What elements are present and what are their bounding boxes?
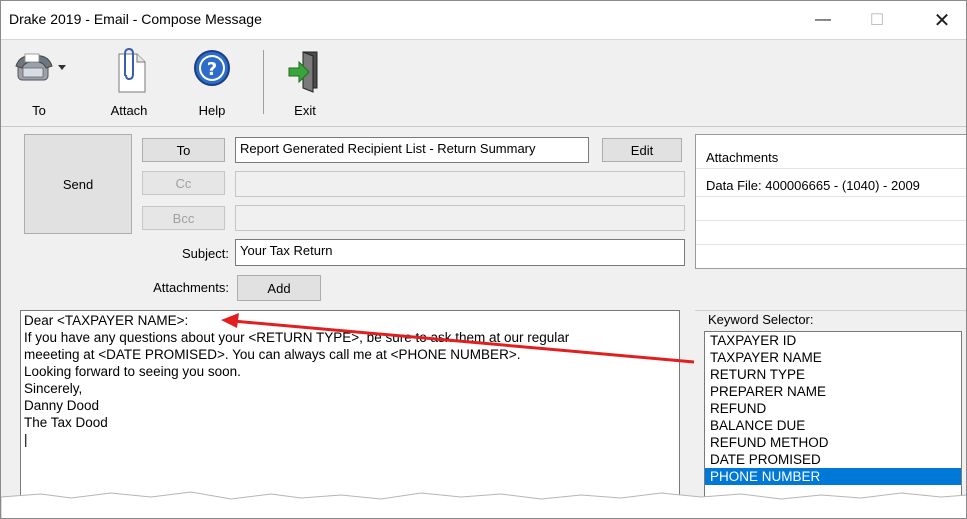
attachments-divider xyxy=(696,220,966,221)
minimize-button[interactable]: — xyxy=(800,1,846,39)
keyword-item[interactable]: REFUND xyxy=(705,400,961,417)
to-button[interactable]: To xyxy=(142,138,225,162)
toolbar: To Attach ? Help Exit xyxy=(1,40,966,127)
attachments-header: Attachments xyxy=(706,150,779,165)
bcc-field[interactable] xyxy=(235,205,685,231)
attachments-divider xyxy=(696,168,966,169)
window-title: Drake 2019 - Email - Compose Message xyxy=(9,11,262,27)
to-toolbar-label: To xyxy=(32,103,46,118)
to-field[interactable]: Report Generated Recipient List - Return… xyxy=(235,137,589,163)
message-body-editor[interactable]: Dear <TAXPAYER NAME>: If you have any que… xyxy=(20,310,680,518)
help-toolbar-button[interactable]: ? Help xyxy=(187,46,237,122)
send-button[interactable]: Send xyxy=(24,134,132,234)
fax-phone-icon xyxy=(10,48,68,95)
keyword-item[interactable]: REFUND METHOD xyxy=(705,434,961,451)
attachment-item[interactable]: Data File: 400006665 - (1040) - 2009 xyxy=(706,178,920,193)
exit-toolbar-label: Exit xyxy=(294,103,316,118)
keyword-item[interactable]: PREPARER NAME xyxy=(705,383,961,400)
attachments-panel: Attachments Data File: 400006665 - (1040… xyxy=(695,134,966,269)
subject-label: Subject: xyxy=(182,246,229,261)
exit-toolbar-button[interactable]: Exit xyxy=(281,46,329,122)
close-button[interactable]: ✕ xyxy=(919,1,965,39)
add-attachment-button[interactable]: Add xyxy=(237,275,321,301)
title-bar: Drake 2019 - Email - Compose Message — ☐… xyxy=(1,1,966,40)
subject-field[interactable]: Your Tax Return xyxy=(235,239,685,266)
body-line: | xyxy=(24,432,28,447)
maximize-button[interactable]: ☐ xyxy=(854,1,900,39)
keyword-item[interactable]: DATE PROMISED xyxy=(705,451,961,468)
question-circle-icon: ? xyxy=(191,48,233,95)
keyword-item-selected[interactable]: PHONE NUMBER xyxy=(705,468,961,485)
body-line: meeeting at <DATE PROMISED>. You can alw… xyxy=(24,347,521,362)
cc-field[interactable] xyxy=(235,171,685,197)
attachments-divider xyxy=(696,196,966,197)
toolbar-separator xyxy=(263,50,264,114)
paperclip-page-icon xyxy=(109,47,149,97)
body-line: If you have any questions about your <RE… xyxy=(24,330,570,345)
body-line: Sincerely, xyxy=(24,381,83,396)
compose-message-window: Drake 2019 - Email - Compose Message — ☐… xyxy=(0,0,967,519)
body-line: The Tax Dood xyxy=(24,415,108,430)
exit-door-icon xyxy=(285,48,325,97)
help-toolbar-label: Help xyxy=(198,103,226,118)
keyword-item[interactable]: TAXPAYER ID xyxy=(705,332,961,349)
body-line: Dear <TAXPAYER NAME>: xyxy=(24,313,189,328)
keyword-item[interactable]: BALANCE DUE xyxy=(705,417,961,434)
keyword-item[interactable]: RETURN TYPE xyxy=(705,366,961,383)
attachments-label: Attachments: xyxy=(153,280,229,295)
torn-edge-decoration xyxy=(1,491,966,518)
to-toolbar-button[interactable]: To xyxy=(9,46,69,122)
edit-button[interactable]: Edit xyxy=(602,138,682,162)
svg-text:?: ? xyxy=(207,59,217,80)
body-line: Looking forward to seeing you soon. xyxy=(24,364,241,379)
cc-button[interactable]: Cc xyxy=(142,171,225,195)
attach-toolbar-button[interactable]: Attach xyxy=(101,46,157,122)
body-line: Danny Dood xyxy=(24,398,100,413)
bcc-button[interactable]: Bcc xyxy=(142,206,225,230)
attach-toolbar-label: Attach xyxy=(110,103,148,118)
attachments-divider xyxy=(696,244,966,245)
keyword-item[interactable]: TAXPAYER NAME xyxy=(705,349,961,366)
keyword-selector-title: Keyword Selector: xyxy=(706,312,816,327)
